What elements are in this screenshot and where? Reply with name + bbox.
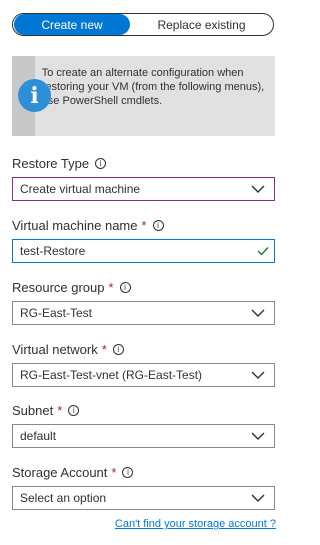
storage-account-help-link[interactable]: Can't find your storage account ?	[115, 518, 276, 530]
storage-account-value: Select an option	[20, 491, 107, 505]
chevron-down-icon	[251, 309, 265, 317]
chevron-down-icon	[251, 494, 265, 502]
replace-existing-option[interactable]: Replace existing	[130, 14, 273, 35]
resource-group-dropdown[interactable]: RG-East-Test	[12, 301, 275, 325]
info-circle-icon[interactable]: i	[152, 220, 164, 231]
info-icon: i	[18, 79, 51, 112]
subnet-value: default	[20, 429, 57, 443]
virtual-network-value: RG-East-Test-vnet (RG-East-Test)	[20, 368, 203, 382]
info-icon-area: i	[12, 56, 51, 136]
vm-name-value: test-Restore	[20, 244, 86, 258]
subnet-label: Subnet * i	[12, 403, 80, 418]
vm-name-label: Virtual machine name * i	[12, 218, 164, 233]
info-banner: i To create an alternate configuration w…	[12, 56, 275, 136]
resource-group-value: RG-East-Test	[20, 306, 93, 320]
virtual-network-dropdown[interactable]: RG-East-Test-vnet (RG-East-Test)	[12, 363, 275, 387]
info-circle-icon[interactable]: i	[119, 282, 131, 293]
vm-name-label-text: Virtual machine name	[12, 218, 138, 233]
info-text: To create an alternate configuration whe…	[41, 67, 265, 107]
create-new-option[interactable]: Create new	[14, 14, 130, 35]
restore-type-label-text: Restore Type	[12, 156, 90, 171]
resource-group-label-text: Resource group	[12, 280, 105, 295]
chevron-down-icon	[251, 185, 265, 193]
info-circle-icon[interactable]: i	[122, 467, 134, 478]
subnet-dropdown[interactable]: default	[12, 424, 275, 448]
chevron-down-icon	[251, 371, 265, 379]
storage-account-dropdown[interactable]: Select an option	[12, 486, 275, 510]
required-marker: *	[141, 218, 147, 233]
virtual-network-label: Virtual network * i	[12, 342, 124, 357]
required-marker: *	[108, 280, 114, 295]
restore-type-label: Restore Type i	[12, 156, 107, 171]
checkmark-icon	[257, 247, 269, 256]
restore-type-value: Create virtual machine	[20, 182, 141, 196]
chevron-down-icon	[251, 432, 265, 440]
info-circle-icon[interactable]: i	[68, 405, 80, 416]
info-circle-icon[interactable]: i	[95, 158, 107, 169]
info-circle-icon[interactable]: i	[112, 344, 124, 355]
subnet-label-text: Subnet	[12, 403, 54, 418]
storage-account-label: Storage Account * i	[12, 465, 134, 480]
restore-type-dropdown[interactable]: Create virtual machine	[12, 177, 275, 201]
resource-group-label: Resource group * i	[12, 280, 131, 295]
vm-name-input[interactable]: test-Restore	[12, 239, 275, 263]
required-marker: *	[111, 465, 117, 480]
required-marker: *	[101, 342, 107, 357]
storage-account-label-text: Storage Account	[12, 465, 108, 480]
virtual-network-label-text: Virtual network	[12, 342, 98, 357]
mode-toggle: Create new Replace existing	[12, 13, 274, 36]
required-marker: *	[57, 403, 63, 418]
